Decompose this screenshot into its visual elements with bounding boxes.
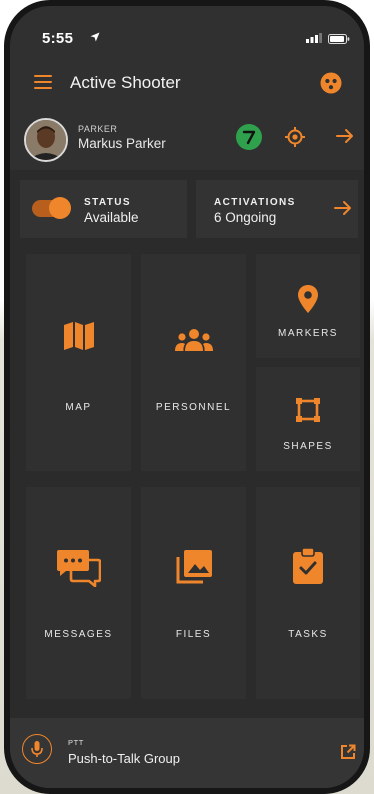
arrow-right-icon[interactable] [334,200,352,216]
status-label: STATUS [84,197,131,208]
tile-messages[interactable]: MESSAGES [26,487,131,699]
tile-label: PERSONNEL [155,402,232,413]
avatar[interactable] [24,118,68,162]
group-icon [174,329,213,351]
user-profile[interactable]: PARKER Markus Parker [10,114,364,166]
status-badge[interactable] [236,124,262,150]
activations-label: ACTIVATIONS [214,197,296,208]
tile-personnel[interactable]: PERSONNEL [141,254,246,471]
ptt-group-name: Push-to-Talk Group [68,751,180,766]
availability-toggle[interactable] [32,197,71,219]
tile-files[interactable]: FILES [141,487,246,699]
battery-icon [328,34,350,44]
tile-shapes[interactable]: SHAPES [256,367,360,471]
page-title: Active Shooter [70,73,181,92]
crosshair-icon[interactable] [284,126,306,148]
folded-map-icon [63,322,94,350]
tile-map[interactable]: MAP [26,254,131,471]
activations-value: 6 Ongoing [214,210,277,225]
arrow-right-icon[interactable] [336,128,354,144]
tile-label: MAP [65,402,92,413]
image-gallery-icon [176,550,212,584]
status-bar: 5:55 [10,26,364,50]
tile-label: SHAPES [283,441,333,452]
status-row: STATUS Available ACTIVATIONS 6 Ongoing [10,176,364,246]
signal-icon [306,33,322,43]
app-bar: Active Shooter [10,64,364,104]
user-role: PARKER [78,124,118,134]
square-shape-icon [296,398,320,422]
location-pin-icon [298,285,318,313]
hamburger-icon[interactable] [34,75,52,89]
tile-label: MARKERS [278,328,338,339]
status-value: Available [84,210,139,225]
app-screen: 5:55 Active Shooter PARKER Markus Parker… [10,6,364,788]
lightning-icon [242,130,256,145]
status-card[interactable]: STATUS Available [20,180,187,238]
activations-card[interactable]: ACTIVATIONS 6 Ongoing [196,180,358,238]
user-name: Markus Parker [78,136,166,151]
microphone-icon [31,741,43,757]
avatar-photo [26,120,66,160]
clipboard-check-icon [293,547,323,584]
chat-bubbles-icon [56,550,101,587]
header-area: 5:55 Active Shooter PARKER Markus Parker [10,6,364,170]
clock-time: 5:55 [42,30,74,47]
tile-markers[interactable]: MARKERS [256,254,360,358]
toggle-knob [49,197,71,219]
dots-circle-icon[interactable] [320,72,342,94]
location-arrow-icon [90,32,100,42]
tile-label: MESSAGES [44,629,113,640]
tile-tasks[interactable]: TASKS [256,487,360,699]
ptt-mic-button[interactable] [22,734,52,764]
ptt-bar[interactable]: PTT Push-to-Talk Group [10,718,364,788]
open-external-icon[interactable] [340,744,356,760]
phone-frame: 5:55 Active Shooter PARKER Markus Parker… [4,0,370,794]
tile-label: FILES [175,629,212,640]
tile-label: TASKS [288,629,328,640]
ptt-label: PTT [68,738,84,747]
